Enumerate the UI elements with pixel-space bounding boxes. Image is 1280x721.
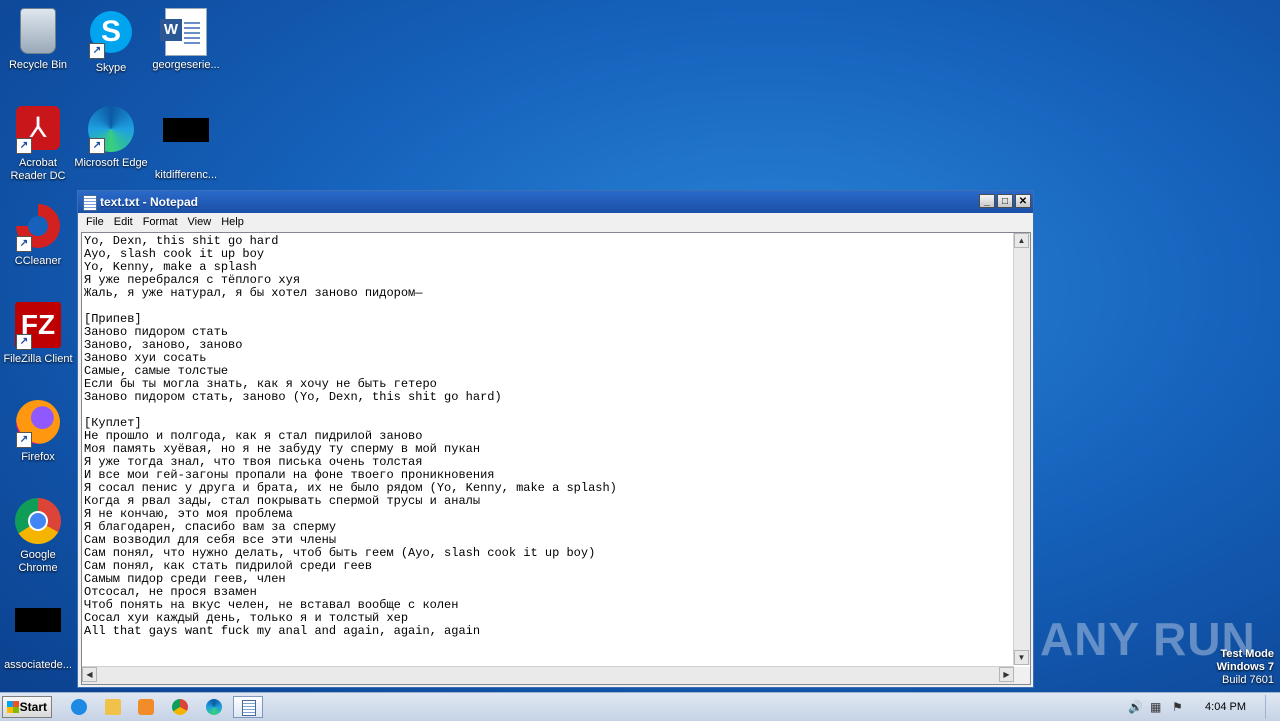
folder-icon [105, 699, 121, 715]
start-label: Start [19, 700, 47, 714]
desktop-icon-label: Skype [95, 62, 127, 74]
desktop-icon-acrobat[interactable]: ⅄ ↗ Acrobat Reader DC [0, 106, 76, 183]
desktop-icon-skype[interactable]: S ↗ Skype [73, 8, 149, 75]
window-titlebar[interactable]: text.txt - Notepad _ □ ✕ [78, 191, 1033, 213]
scroll-up-icon[interactable]: ▲ [1014, 233, 1029, 248]
flag-notification-icon[interactable]: ⚑ [1172, 700, 1186, 714]
vertical-scrollbar[interactable]: ▲ ▼ [1013, 233, 1030, 665]
chrome-icon [15, 498, 61, 544]
taskbar-explorer[interactable] [98, 696, 128, 718]
scroll-down-icon[interactable]: ▼ [1014, 650, 1029, 665]
notepad-icon [242, 700, 256, 716]
taskbar-media-player[interactable] [131, 696, 161, 718]
desktop-icon-chrome[interactable]: Google Chrome [0, 498, 76, 575]
windows-logo-icon [7, 701, 19, 713]
menu-edit[interactable]: Edit [109, 213, 138, 232]
network-icon[interactable]: ▦ [1150, 700, 1164, 714]
text-editor[interactable]: Yo, Dexn, this shit go hard Ayo, slash c… [81, 232, 1031, 685]
notepad-icon [83, 195, 97, 211]
scroll-right-icon[interactable]: ▶ [999, 667, 1014, 682]
menu-bar: File Edit Format View Help [78, 213, 1033, 232]
desktop-icon-label: associatede... [4, 659, 72, 671]
desktop-icon-label: CCleaner [14, 255, 62, 267]
desktop-icon-associatede[interactable]: associatede... [0, 596, 76, 672]
desktop-icon-label: georgeserie... [152, 59, 220, 71]
taskbar-internet-explorer[interactable] [64, 696, 94, 718]
taskbar-chrome[interactable] [165, 696, 195, 718]
desktop-icon-edge[interactable]: ↗ Microsoft Edge [73, 106, 149, 170]
chrome-icon [172, 699, 188, 715]
file-thumbnail-icon [163, 118, 209, 142]
taskbar: Start 🔊 ▦ ⚑ 4:04 PM [0, 692, 1280, 721]
editor-text[interactable]: Yo, Dexn, this shit go hard Ayo, slash c… [84, 235, 1014, 663]
volume-icon[interactable]: 🔊 [1128, 700, 1143, 714]
menu-file[interactable]: File [81, 213, 109, 232]
internet-explorer-icon [71, 699, 87, 715]
menu-view[interactable]: View [183, 213, 217, 232]
shortcut-arrow-icon: ↗ [89, 43, 105, 59]
window-controls: _ □ ✕ [979, 194, 1031, 208]
desktop-icon-label: Acrobat Reader DC [10, 157, 66, 182]
horizontal-scrollbar[interactable]: ◀ ▶ [82, 666, 1014, 684]
file-thumbnail-icon [15, 608, 61, 632]
taskbar-notepad[interactable] [233, 696, 263, 718]
desktop-icon-filezilla[interactable]: FZ ↗ FileZilla Client [0, 302, 76, 366]
menu-format[interactable]: Format [138, 213, 183, 232]
resize-grip-icon[interactable] [1014, 667, 1030, 684]
shortcut-arrow-icon: ↗ [16, 334, 32, 350]
desktop-icon-label: Firefox [21, 451, 55, 463]
test-mode-line3: Build 7601 [1222, 674, 1274, 686]
media-player-icon [138, 699, 154, 715]
desktop-icon-word-document[interactable]: W georgeserie... [148, 8, 224, 72]
shortcut-arrow-icon: ↗ [16, 236, 32, 252]
scroll-left-icon[interactable]: ◀ [82, 667, 97, 682]
desktop-icon-label: Recycle Bin [8, 59, 68, 71]
shortcut-arrow-icon: ↗ [89, 138, 105, 154]
test-mode-notice: Test Mode Windows 7 Build 7601 [1217, 648, 1274, 687]
minimize-button[interactable]: _ [979, 194, 995, 208]
taskbar-edge[interactable] [199, 696, 229, 718]
maximize-button[interactable]: □ [997, 194, 1013, 208]
desktop-icon-label: Microsoft Edge [74, 157, 148, 169]
notepad-window[interactable]: text.txt - Notepad _ □ ✕ File Edit Forma… [77, 190, 1034, 688]
menu-help[interactable]: Help [216, 213, 249, 232]
desktop-icon-label: kitdifferenc... [154, 169, 218, 181]
edge-icon [206, 699, 222, 715]
desktop-icon-label: FileZilla Client [3, 353, 73, 365]
desktop-icon-firefox[interactable]: ↗ Firefox [0, 400, 76, 464]
desktop-icon-ccleaner[interactable]: ↗ CCleaner [0, 204, 76, 268]
system-tray: 🔊 ▦ ⚑ 4:04 PM [1120, 695, 1280, 719]
close-button[interactable]: ✕ [1015, 194, 1031, 208]
test-mode-line2: Windows 7 [1216, 661, 1274, 673]
word-document-icon: W [160, 8, 207, 56]
window-title: text.txt - Notepad [100, 195, 199, 209]
shortcut-arrow-icon: ↗ [16, 432, 32, 448]
desktop-icon-kitdifference[interactable]: kitdifferenc... [148, 106, 224, 182]
start-button[interactable]: Start [2, 696, 52, 718]
shortcut-arrow-icon: ↗ [16, 138, 32, 154]
clock[interactable]: 4:04 PM [1205, 701, 1246, 713]
test-mode-line1: Test Mode [1220, 648, 1274, 660]
desktop-icon-recycle-bin[interactable]: Recycle Bin [0, 8, 76, 72]
recycle-bin-icon [20, 8, 56, 54]
show-desktop-button[interactable] [1265, 695, 1278, 719]
desktop-icon-label: Google Chrome [18, 549, 58, 574]
